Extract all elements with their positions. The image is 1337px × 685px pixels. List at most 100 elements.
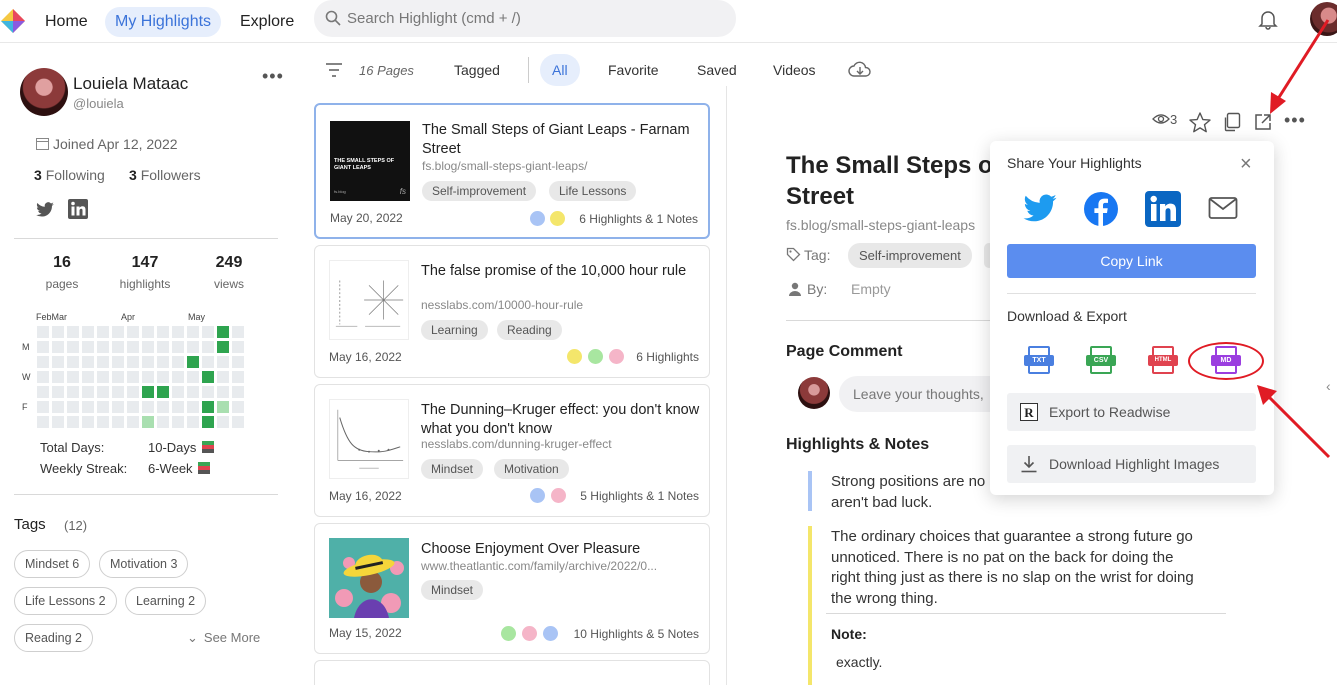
twitter-share-icon[interactable] xyxy=(1022,191,1058,227)
page-card[interactable]: The Dunning–Kruger effect: you don't kno… xyxy=(314,384,710,517)
txt-export-icon[interactable]: TXT xyxy=(1024,346,1054,376)
profile-avatar[interactable] xyxy=(20,68,68,116)
heatmap-cell xyxy=(232,326,244,338)
card-title[interactable]: The Dunning–Kruger effect: you don't kno… xyxy=(421,401,701,439)
heatmap-cell xyxy=(52,416,64,428)
followers-link[interactable]: 3 Followers xyxy=(129,167,201,183)
heatmap-cell xyxy=(37,326,49,338)
card-tag[interactable]: Motivation xyxy=(494,459,569,479)
tag-pill-learning[interactable]: Learning 2 xyxy=(125,587,207,615)
tag-pill-mindset[interactable]: Mindset 6 xyxy=(14,550,91,578)
highlight-text[interactable]: Strong positions are no aren't bad luck. xyxy=(831,472,985,513)
close-icon[interactable]: × xyxy=(1240,154,1252,174)
card-thumbnail: THE SMALL STEPS OF GIANT LEAPS fs.blog f… xyxy=(330,121,410,201)
cloud-download-icon[interactable] xyxy=(848,60,872,80)
page-card[interactable]: THE SMALL STEPS OF GIANT LEAPS fs.blog f… xyxy=(314,103,710,239)
following-count: 3 xyxy=(34,167,42,183)
email-share-icon[interactable] xyxy=(1208,196,1238,220)
heatmap-cell xyxy=(37,371,49,383)
heatmap-cell xyxy=(202,341,214,353)
article-title-line2: Street xyxy=(786,183,855,210)
tab-saved[interactable]: Saved xyxy=(685,54,749,86)
card-tag[interactable]: Life Lessons xyxy=(549,181,637,201)
heatmap-cell xyxy=(202,401,214,413)
search-bar[interactable] xyxy=(314,0,736,37)
linkedin-icon[interactable] xyxy=(68,199,88,219)
heatmap-cell xyxy=(187,371,199,383)
star-icon[interactable] xyxy=(1189,112,1211,133)
highlight-line: The ordinary choices that guarantee a st… xyxy=(831,528,1193,545)
heatmap-month-label: May xyxy=(188,312,206,322)
nav-my-highlights[interactable]: My Highlights xyxy=(105,7,222,37)
heatmap-cell xyxy=(202,356,214,368)
card-title[interactable]: The Small Steps of Giant Leaps - Farnam … xyxy=(422,121,702,159)
profile-more-icon[interactable]: ••• xyxy=(262,66,284,87)
heatmap-cell xyxy=(232,401,244,413)
article-tag[interactable]: Self-improvement xyxy=(848,243,972,268)
heatmap-cell xyxy=(232,371,244,383)
heatmap-cell xyxy=(52,371,64,383)
share-icon[interactable] xyxy=(1253,112,1273,132)
page-card[interactable]: The false promise of the 10,000 hour rul… xyxy=(314,245,710,378)
heatmap-cell xyxy=(82,341,94,353)
nav-home[interactable]: Home xyxy=(35,7,98,37)
card-tag[interactable]: Mindset xyxy=(421,459,484,479)
heatmap-cell xyxy=(232,341,244,353)
tab-tagged[interactable]: Tagged xyxy=(442,54,512,86)
facebook-share-icon[interactable] xyxy=(1083,191,1119,227)
nav-explore[interactable]: Explore xyxy=(230,7,304,37)
panel-divider xyxy=(726,86,727,685)
highlight-text[interactable]: The ordinary choices that guarantee a st… xyxy=(831,527,1194,609)
card-tag[interactable]: Mindset xyxy=(421,580,484,600)
article-url[interactable]: fs.blog/small-steps-giant-leaps xyxy=(786,217,975,233)
tag-pill-reading[interactable]: Reading 2 xyxy=(14,624,93,652)
copy-link-button[interactable]: Copy Link xyxy=(1007,244,1256,278)
card-tag[interactable]: Self-improvement xyxy=(422,181,537,201)
card-title[interactable]: The false promise of the 10,000 hour rul… xyxy=(421,262,701,281)
page-card[interactable]: Choose Enjoyment Over Pleasure www.theat… xyxy=(314,523,710,654)
notification-bell-icon[interactable] xyxy=(1256,7,1280,31)
linkedin-share-icon[interactable] xyxy=(1145,191,1181,227)
csv-export-icon[interactable]: CSV xyxy=(1086,346,1116,376)
search-input[interactable] xyxy=(347,0,727,37)
heatmap-cell xyxy=(217,356,229,368)
tags-title: Tags xyxy=(14,516,46,533)
card-tag[interactable]: Reading xyxy=(497,320,562,340)
heatmap-cell xyxy=(97,326,109,338)
following-link[interactable]: 3 Following xyxy=(34,167,105,183)
heatmap-cell xyxy=(112,371,124,383)
tab-all[interactable]: All xyxy=(540,54,580,86)
copy-icon[interactable] xyxy=(1222,112,1242,132)
twitter-icon[interactable] xyxy=(35,202,55,218)
page-comment-heading: Page Comment xyxy=(786,343,903,360)
download-images-button[interactable]: Download Highlight Images xyxy=(1007,445,1256,483)
heatmap-cell xyxy=(157,416,169,428)
filter-icon[interactable] xyxy=(325,62,343,78)
heatmap-cell xyxy=(187,356,199,368)
tag-pill-life-lessons[interactable]: Life Lessons 2 xyxy=(14,587,117,615)
stat-label: pages xyxy=(45,277,79,291)
tab-favorite[interactable]: Favorite xyxy=(596,54,671,86)
page-card[interactable] xyxy=(314,660,710,685)
highlight-color-dot xyxy=(530,488,545,503)
user-avatar[interactable] xyxy=(1310,2,1337,36)
more-options-icon[interactable]: ••• xyxy=(1284,110,1306,131)
file-type-label: TXT xyxy=(1024,355,1054,366)
tab-videos[interactable]: Videos xyxy=(761,54,828,86)
highlight-color-dot xyxy=(530,211,545,226)
heatmap-cell xyxy=(157,341,169,353)
heatmap-cell xyxy=(232,356,244,368)
heatmap-cell xyxy=(112,386,124,398)
card-tag[interactable]: Learning xyxy=(421,320,488,340)
collapse-panel-icon[interactable]: ‹ xyxy=(1326,378,1331,394)
tags-count: (12) xyxy=(64,518,88,533)
view-count-number: 3 xyxy=(1170,112,1178,127)
html-export-icon[interactable]: HTML xyxy=(1148,346,1178,376)
heatmap-cell xyxy=(202,326,214,338)
md-highlight-annotation xyxy=(1188,342,1264,380)
tag-pill-motivation[interactable]: Motivation 3 xyxy=(99,550,189,578)
card-title[interactable]: Choose Enjoyment Over Pleasure xyxy=(421,540,701,559)
export-readwise-button[interactable]: R Export to Readwise xyxy=(1007,393,1256,431)
app-logo-icon[interactable] xyxy=(0,8,26,34)
see-more-link[interactable]: ⌄ See More xyxy=(187,630,260,646)
